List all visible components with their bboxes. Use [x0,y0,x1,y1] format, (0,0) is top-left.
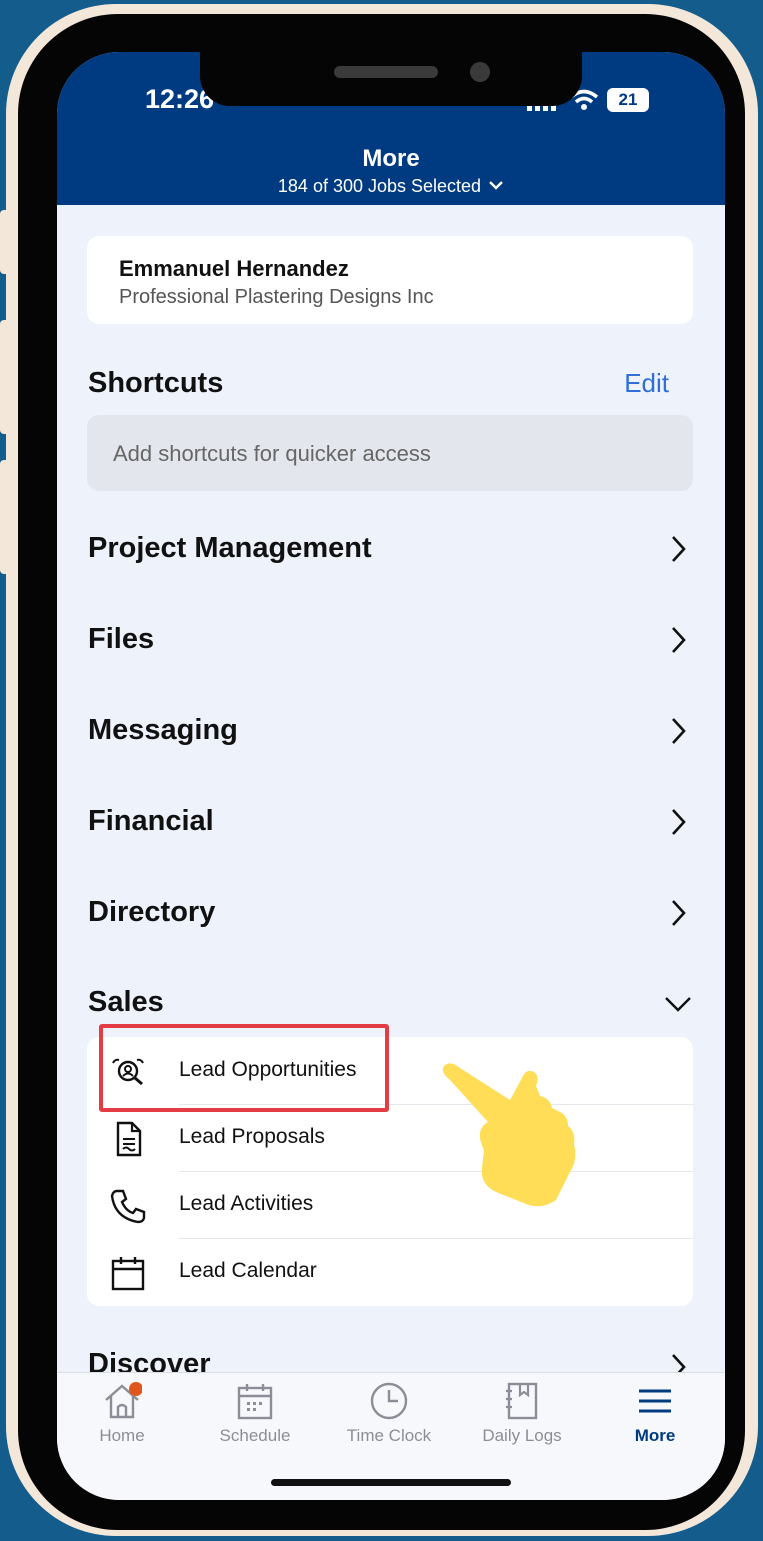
tab-more[interactable]: More [590,1373,720,1463]
chevron-down-icon [665,997,691,1012]
chevron-right-icon [672,627,686,653]
calendar-icon [111,1257,145,1291]
edit-shortcuts-button[interactable]: Edit [624,368,669,399]
page-title: More [362,145,420,172]
home-icon [105,1382,142,1419]
highlight-annotation [99,1024,389,1112]
jobs-selected-label: 184 of 300 Jobs Selected [277,176,482,196]
app-screen: 12:26 21 More 184 of 300 Jobs Selected E… [57,52,725,1500]
chevron-right-icon [672,900,686,926]
tab-label: Daily Logs [482,1426,562,1445]
menu-item-label: Lead Calendar [179,1259,317,1282]
tab-home[interactable]: Home [57,1373,187,1463]
tab-label: Schedule [219,1426,291,1445]
side-button [0,210,14,274]
chevron-right-icon [672,536,686,562]
section-financial[interactable]: Financial [57,793,725,853]
user-name: Emmanuel Hernandez [119,256,349,281]
side-button [0,320,14,434]
section-files[interactable]: Files [57,611,725,671]
speaker [334,66,438,78]
daily-logs-icon [506,1382,538,1420]
section-label: Financial [88,805,214,837]
menu-item-label: Lead Proposals [179,1125,325,1148]
shortcuts-heading: Shortcuts [88,367,224,399]
chevron-down-icon [489,181,503,190]
tab-schedule[interactable]: Schedule [190,1373,320,1463]
section-project-management[interactable]: Project Management [57,520,725,580]
tab-label: More [634,1426,676,1445]
section-label: Sales [88,986,164,1018]
battery-indicator: 21 [607,88,649,112]
schedule-icon [237,1384,273,1420]
section-directory[interactable]: Directory [57,884,725,944]
chevron-right-icon [672,718,686,744]
tab-time-clock[interactable]: Time Clock [324,1373,454,1463]
pointing-hand-icon [442,1063,576,1207]
tab-label: Home [99,1426,145,1445]
side-button [0,460,14,574]
menu-icon [639,1389,671,1413]
section-label: Files [88,623,155,655]
menu-item-lead-calendar[interactable]: Lead Calendar [87,1238,693,1305]
section-label: Directory [88,896,216,928]
clock-icon [370,1382,408,1420]
tab-label: Time Clock [346,1426,432,1445]
phone-icon [110,1189,146,1224]
document-icon [116,1121,142,1157]
menu-item-label: Lead Activities [179,1192,314,1215]
section-messaging[interactable]: Messaging [57,702,725,762]
section-label: Project Management [88,532,372,564]
section-label: Messaging [88,714,238,746]
user-card[interactable]: Emmanuel Hernandez Professional Plasteri… [87,236,693,324]
front-camera [470,62,490,82]
jobs-selector[interactable]: 184 of 300 Jobs Selected [57,176,725,197]
app-header: 12:26 21 More 184 of 300 Jobs Selected [57,52,725,205]
home-indicator [271,1479,511,1486]
user-company: Professional Plastering Designs Inc [119,286,434,308]
shortcuts-placeholder[interactable]: Add shortcuts for quicker access [87,415,693,491]
tab-daily-logs[interactable]: Daily Logs [457,1373,587,1463]
chevron-right-icon [672,809,686,835]
camera-notch [200,52,582,106]
